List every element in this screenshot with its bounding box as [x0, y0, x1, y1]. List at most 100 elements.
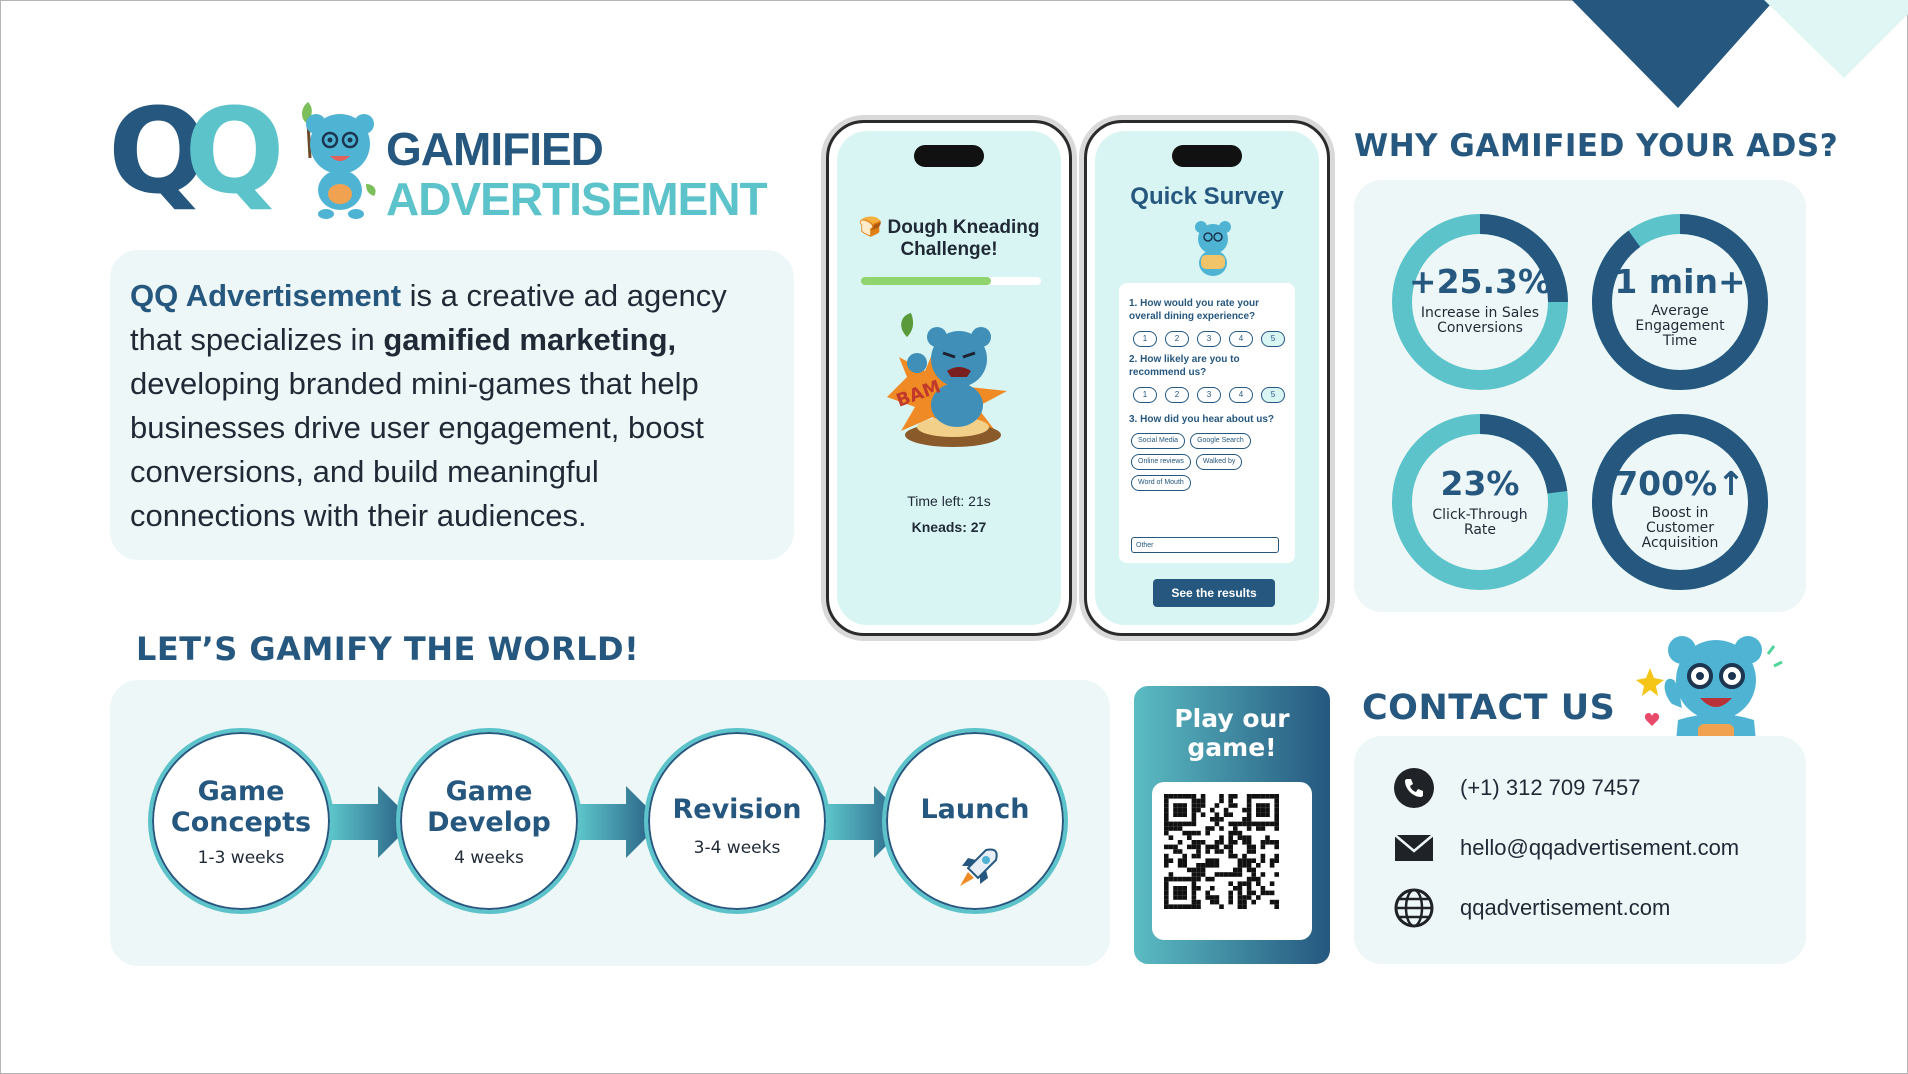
stat-click-through-rate: 23% Click-Through Rate [1392, 414, 1568, 590]
rating-option[interactable]: 2 [1165, 331, 1189, 347]
rating-option[interactable]: 3 [1197, 387, 1221, 403]
qr-module [1237, 904, 1243, 909]
globe-icon [1394, 888, 1434, 928]
qr-module [1182, 807, 1187, 813]
qr-module [1228, 798, 1233, 804]
qr-module [1256, 895, 1261, 900]
qr-module [1242, 881, 1247, 886]
phone-notch [914, 145, 984, 167]
step-duration: 1-3 weeks [197, 848, 285, 868]
game-progress-fill [861, 277, 991, 285]
qr-module [1196, 872, 1201, 877]
logo-mark: QQ [108, 82, 285, 220]
title-gamified: GAMIFIED [386, 123, 604, 175]
qr-module [1260, 803, 1266, 808]
qr-module [1260, 858, 1266, 863]
qr-module [1269, 881, 1275, 886]
qr-module [1187, 830, 1192, 836]
qr-module [1242, 835, 1247, 840]
qr-module [1164, 826, 1169, 831]
qr-module [1182, 858, 1187, 863]
qr-module [1214, 821, 1220, 827]
stat-value: 1 min+ [1614, 262, 1746, 301]
rating-row-1: 1 2 3 4 5 [1133, 331, 1285, 347]
qr-module [1265, 821, 1270, 827]
qr-module [1177, 849, 1183, 854]
chip-online-reviews[interactable]: Online reviews [1131, 454, 1191, 470]
phone-icon [1394, 768, 1434, 808]
gamify-title: LET’S GAMIFY THE WORLD! [136, 630, 640, 668]
qr-module [1164, 881, 1169, 886]
qr-module [1233, 803, 1238, 808]
chip-social-media[interactable]: Social Media [1131, 433, 1186, 449]
contact-phone-row[interactable]: (+1) 312 709 7457 [1394, 768, 1640, 808]
qr-module [1214, 849, 1220, 854]
qr-module [1260, 807, 1266, 813]
qr-module [1214, 863, 1220, 868]
rating-option[interactable]: 2 [1165, 387, 1189, 403]
contact-website-row[interactable]: qqadvertisement.com [1394, 888, 1670, 928]
step-game-concepts: Game Concepts 1-3 weeks [148, 728, 334, 914]
chip-word-of-mouth[interactable]: Word of Mouth [1131, 475, 1191, 491]
qr-module [1246, 798, 1252, 804]
rating-option[interactable]: 5 [1261, 387, 1285, 403]
title-advertisement: ADVERTISEMENT [386, 173, 768, 225]
qr-module [1237, 895, 1243, 900]
qr-module [1219, 798, 1224, 804]
qr-module [1251, 890, 1256, 896]
qr-module [1260, 890, 1266, 896]
qr-module [1242, 821, 1247, 827]
qr-module [1228, 853, 1233, 859]
qr-module [1237, 858, 1243, 863]
qr-module [1187, 904, 1192, 909]
qr-module [1219, 817, 1224, 822]
rating-option[interactable]: 4 [1229, 331, 1253, 347]
qr-module [1191, 807, 1197, 813]
qr-module [1214, 803, 1220, 808]
rating-option[interactable]: 3 [1197, 331, 1221, 347]
rating-row-2: 1 2 3 4 5 [1133, 387, 1285, 403]
rating-option[interactable]: 5 [1261, 331, 1285, 347]
qr-module [1210, 895, 1215, 900]
qr-code[interactable] [1152, 782, 1312, 940]
qr-module [1196, 863, 1201, 868]
qr-module [1191, 803, 1197, 808]
qr-module [1191, 798, 1197, 804]
qr-module [1219, 904, 1224, 909]
qr-module [1214, 895, 1220, 900]
qr-module [1274, 872, 1279, 877]
corner-decoration-dark [1571, 0, 1775, 108]
qr-module [1196, 867, 1201, 873]
qr-module [1256, 803, 1261, 808]
contact-website: qqadvertisement.com [1460, 895, 1671, 920]
step-name: Revision [672, 794, 802, 825]
phone-screen: 🍞 Dough Kneading Challenge! BAM Time lef… [837, 131, 1061, 625]
see-results-button[interactable]: See the results [1153, 579, 1275, 607]
qr-module [1210, 817, 1215, 822]
chip-google-search[interactable]: Google Search [1190, 433, 1251, 449]
intro-text: QQ Advertisement is a creative ad agency… [130, 274, 768, 538]
step-duration: 3-4 weeks [693, 838, 781, 858]
qr-module [1164, 821, 1169, 827]
qr-module [1168, 876, 1174, 882]
rating-option[interactable]: 1 [1133, 387, 1157, 403]
qr-module [1164, 899, 1169, 905]
stat-customer-acquisition: 700%↑ Boost in Customer Acquisition [1592, 414, 1768, 590]
qr-module [1274, 853, 1279, 859]
qr-module [1274, 904, 1279, 909]
qr-module [1196, 876, 1201, 882]
qr-module [1187, 821, 1192, 827]
play-game-panel[interactable]: Play our game! [1134, 686, 1330, 964]
qr-module [1228, 840, 1233, 845]
other-input[interactable]: Other [1131, 537, 1279, 553]
rating-option[interactable]: 1 [1133, 331, 1157, 347]
rating-option[interactable]: 4 [1229, 387, 1253, 403]
qr-module [1214, 844, 1220, 850]
survey-question-3: 3. How did you hear about us? [1129, 414, 1275, 425]
qr-module [1177, 794, 1183, 799]
qr-module [1274, 840, 1279, 845]
qr-module [1274, 899, 1279, 905]
qr-module [1164, 876, 1169, 882]
contact-email-row[interactable]: hello@qqadvertisement.com [1394, 828, 1739, 868]
chip-walked-by[interactable]: Walked by [1195, 454, 1243, 470]
